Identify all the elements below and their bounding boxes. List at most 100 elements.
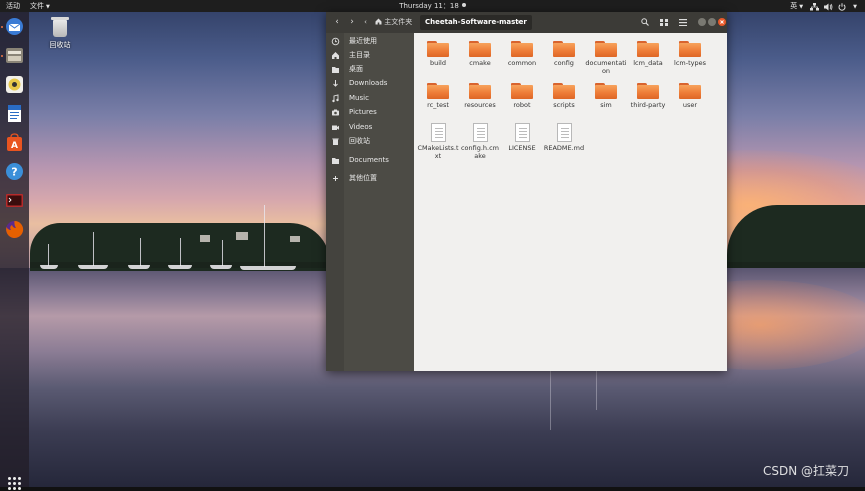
path-scroll-right-button[interactable]: › — [514, 15, 523, 30]
file-item-user[interactable]: user — [669, 83, 711, 110]
view-toggle-button[interactable] — [657, 15, 671, 30]
wallpaper-boat-mast — [93, 232, 94, 266]
file-item-third-party[interactable]: third-party — [627, 83, 669, 110]
file-item-label: third-party — [630, 101, 666, 109]
input-method-label: 英 — [790, 2, 798, 10]
dock-app-0[interactable] — [4, 16, 25, 37]
sidebar-item-other-locations[interactable]: 其他位置 — [326, 172, 414, 185]
close-button[interactable] — [718, 18, 726, 26]
dock-app-7[interactable] — [4, 219, 25, 240]
back-button[interactable]: ‹ — [330, 15, 344, 30]
folder-icon — [679, 83, 701, 99]
file-item-config-h-cmake[interactable]: config.h.cmake — [459, 123, 501, 160]
file-item-label: lcm-types — [674, 59, 706, 67]
file-item-sim[interactable]: sim — [585, 83, 627, 110]
file-item-build[interactable]: build — [417, 41, 459, 68]
download-icon — [333, 80, 338, 87]
maximize-button[interactable] — [708, 18, 716, 26]
sidebar-item-recent[interactable]: 最近使用 — [326, 35, 414, 48]
file-item-lcm-data[interactable]: lcm_data — [627, 41, 669, 68]
sidebar-item-pictures[interactable]: Pictures — [326, 106, 414, 119]
sidebar-item-videos[interactable]: Videos — [326, 121, 414, 134]
help-icon: ? — [6, 163, 23, 180]
wallpaper-shore-right — [727, 262, 865, 268]
dock-app-1[interactable] — [4, 45, 25, 66]
folder-icon — [679, 41, 701, 57]
folder-icon — [427, 83, 449, 99]
text-file-icon — [472, 123, 488, 142]
volume-icon — [824, 3, 833, 10]
dock-app-3[interactable] — [4, 103, 25, 124]
forward-button[interactable]: › — [345, 15, 359, 30]
chevron-down-icon: ▼ — [46, 4, 50, 10]
grid-dot-icon — [13, 477, 16, 480]
folder-icon — [595, 41, 617, 57]
dock: A ? — [0, 12, 29, 490]
sidebar-item-home[interactable]: 主目录 — [326, 49, 414, 62]
file-item-label: CMakeLists.txt — [417, 144, 459, 160]
sidebar-item-music[interactable]: Music — [326, 92, 414, 105]
path-current-label: Cheetah-Software-master — [425, 18, 527, 26]
sidebar-item-downloads[interactable]: Downloads — [326, 77, 414, 90]
file-item-label: config.h.cmake — [460, 144, 500, 160]
file-item-resources[interactable]: resources — [459, 83, 501, 110]
file-item-cmake[interactable]: cmake — [459, 41, 501, 68]
file-item-cmakelists[interactable]: CMakeLists.txt — [417, 123, 459, 160]
trash-icon — [51, 17, 69, 37]
sidebar-item-desktop[interactable]: 桌面 — [326, 63, 414, 76]
system-menu-button[interactable]: ▼ — [810, 1, 857, 13]
file-item-config[interactable]: config — [543, 41, 585, 68]
text-file-icon — [430, 123, 446, 142]
folder-icon — [637, 41, 659, 57]
grid-dot-icon — [13, 482, 16, 485]
input-method-button[interactable]: 英 ▼ — [790, 0, 803, 13]
file-item-robot[interactable]: robot — [501, 83, 543, 110]
show-applications-button[interactable] — [8, 477, 22, 491]
grid-dot-icon — [13, 487, 16, 490]
clock-label: Thursday 11：18 — [399, 2, 459, 10]
chevron-left-icon: ‹ — [364, 18, 367, 26]
search-button[interactable] — [638, 15, 652, 30]
wallpaper-trees-right — [727, 205, 865, 267]
file-item-scripts[interactable]: scripts — [543, 83, 585, 110]
wallpaper-boat-hull — [210, 265, 232, 269]
chevron-right-icon: › — [350, 17, 354, 27]
app-menu-button[interactable]: 文件 ▼ — [30, 0, 50, 13]
dock-app-2[interactable] — [4, 74, 25, 95]
text-file-icon — [556, 123, 572, 142]
dock-app-6[interactable] — [4, 190, 25, 211]
path-scroll-left-button[interactable]: ‹ — [361, 15, 370, 30]
wallpaper-boat-hull — [78, 265, 108, 269]
path-home-button[interactable]: 主文件夹 — [370, 15, 417, 30]
sidebar-item-documents[interactable]: Documents — [326, 154, 414, 167]
file-item-lcm-types[interactable]: lcm-types — [669, 41, 711, 68]
file-item-license[interactable]: LICENSE — [501, 123, 543, 153]
clock-button[interactable]: Thursday 11：18 — [399, 2, 466, 10]
file-item-common[interactable]: common — [501, 41, 543, 68]
folder-icon — [332, 158, 339, 164]
close-icon — [720, 20, 724, 24]
wallpaper-house — [236, 232, 248, 240]
file-item-label: rc_test — [427, 101, 449, 109]
minimize-button[interactable] — [698, 18, 706, 26]
terminal-icon — [6, 194, 23, 207]
file-item-label: build — [430, 59, 446, 67]
wallpaper-boat-mast — [48, 244, 49, 266]
notification-dot-icon — [461, 3, 466, 7]
grid-dot-icon — [18, 477, 21, 480]
wallpaper-house — [290, 236, 300, 242]
dock-app-5[interactable]: ? — [4, 161, 25, 182]
network-icon — [810, 2, 820, 10]
desktop-trash-label: 回收站 — [49, 41, 71, 49]
places-sidebar: 最近使用 主目录 桌面 Downloads Music Pictures Vid… — [326, 33, 414, 371]
sidebar-item-trash[interactable]: 回收站 — [326, 135, 414, 148]
search-icon — [641, 18, 649, 26]
file-item-rc-test[interactable]: rc_test — [417, 83, 459, 110]
wallpaper-boat-mast — [140, 238, 141, 266]
dock-app-4[interactable]: A — [4, 132, 25, 153]
menu-button[interactable] — [676, 15, 690, 30]
camera-icon — [332, 109, 339, 116]
desktop-trash[interactable]: 回收站 — [47, 17, 73, 50]
file-item-documentation[interactable]: documentation — [585, 41, 627, 75]
file-item-readme[interactable]: README.md — [543, 123, 585, 153]
